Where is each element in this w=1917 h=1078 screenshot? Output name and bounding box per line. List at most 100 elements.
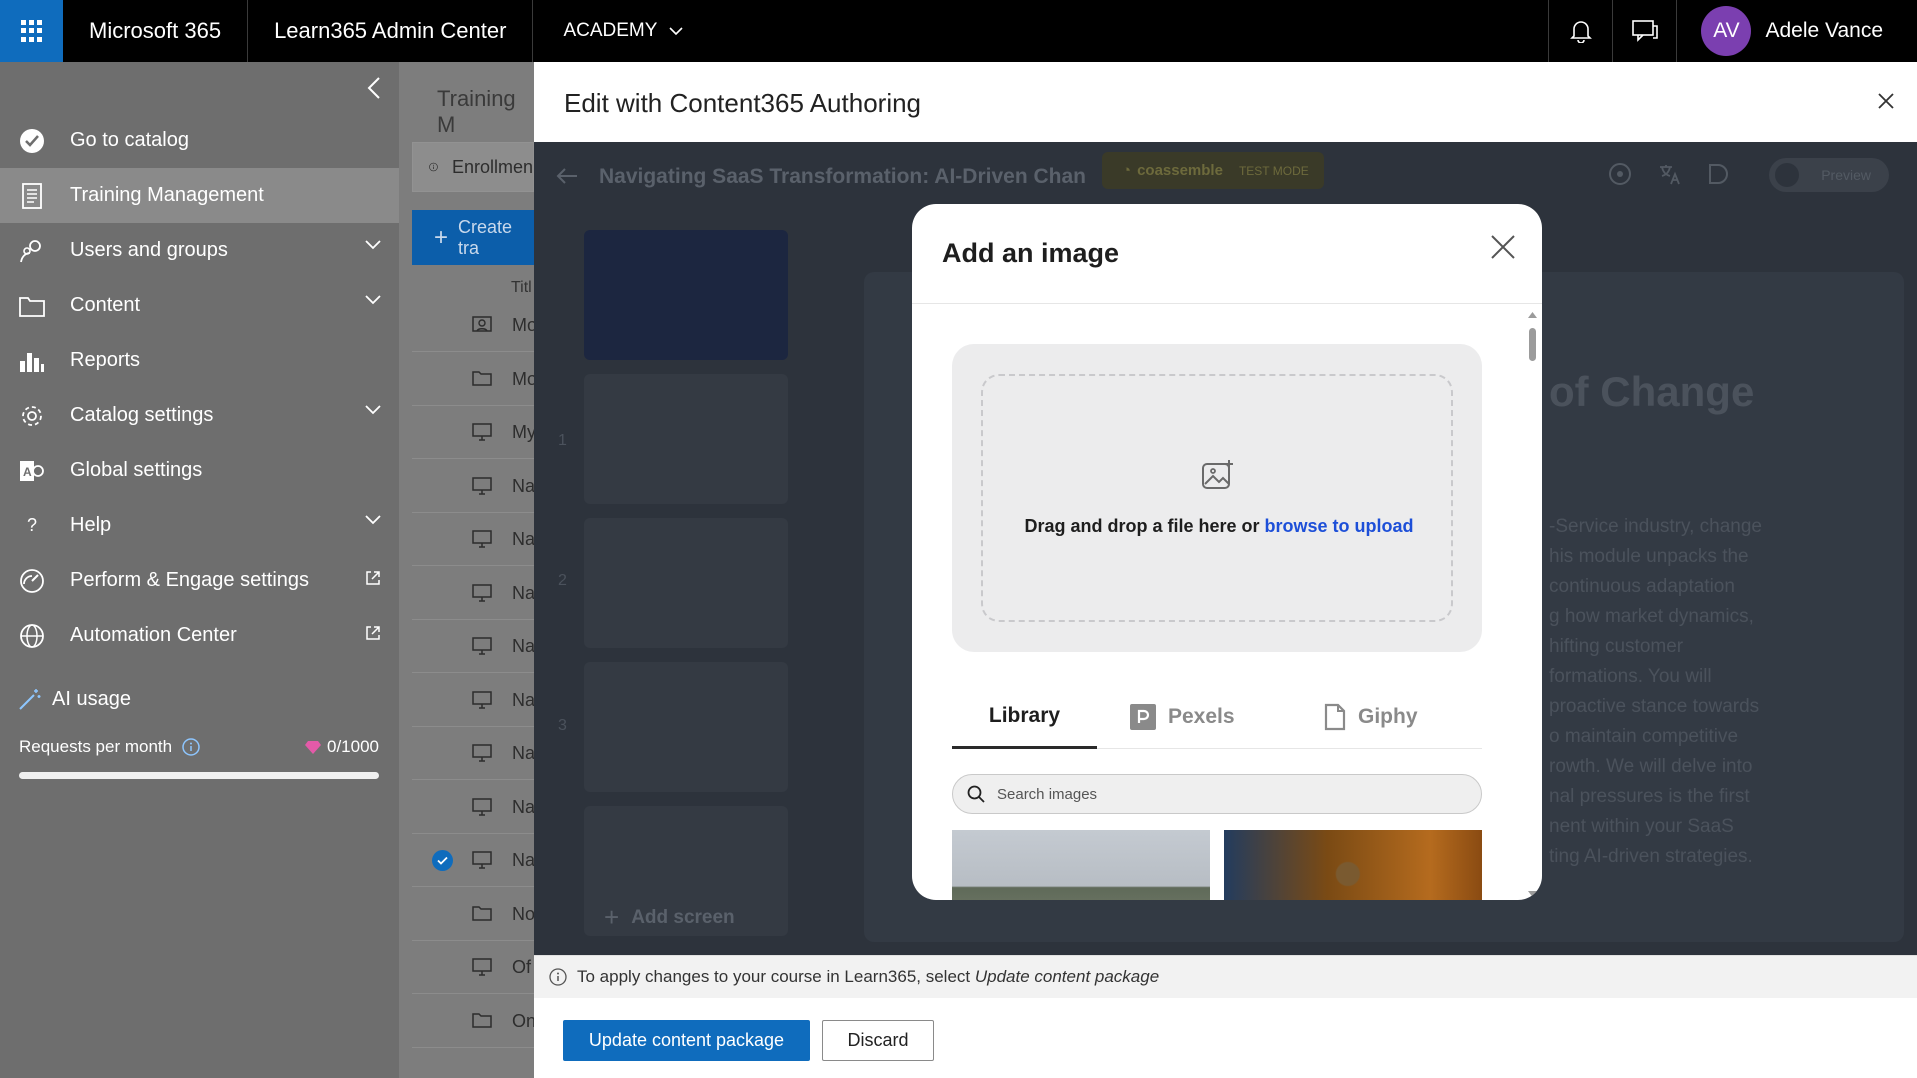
translate-icon[interactable] xyxy=(1658,162,1682,186)
brand-link[interactable]: Microsoft 365 xyxy=(63,0,249,62)
theme-icon[interactable] xyxy=(1706,162,1730,186)
table-row[interactable]: Na xyxy=(412,674,535,727)
slide-body-line: o maintain competitive xyxy=(1549,726,1739,747)
table-row[interactable]: Mo xyxy=(412,353,537,406)
divider xyxy=(912,303,1542,304)
table-row[interactable]: Mo xyxy=(412,299,537,352)
title-column-header[interactable]: Titl xyxy=(511,279,532,297)
question-icon: ? xyxy=(26,515,37,535)
table-row[interactable]: Na xyxy=(412,834,535,887)
giphy-icon xyxy=(1324,703,1346,731)
folder-icon xyxy=(472,1012,492,1033)
sidebar-item-label: Perform & Engage settings xyxy=(70,569,310,591)
tab-giphy[interactable]: Giphy xyxy=(1324,685,1418,749)
tab-label: Pexels xyxy=(1168,705,1235,728)
app-launcher-button[interactable] xyxy=(0,0,63,62)
dialog-scrollbar[interactable] xyxy=(1527,312,1537,897)
close-dialog-button[interactable] xyxy=(1490,234,1516,265)
table-row[interactable]: No xyxy=(412,888,535,941)
upload-dropzone[interactable]: Drag and drop a file here or browse to u… xyxy=(952,344,1482,652)
enrollment-banner[interactable]: Enrollmen xyxy=(412,142,534,192)
selected-check-icon[interactable] xyxy=(432,850,453,871)
table-row[interactable]: Na xyxy=(412,513,536,566)
create-training-button[interactable]: + Create tra xyxy=(412,210,534,265)
check-circle-icon xyxy=(16,125,48,157)
sidebar-item-label: Catalog settings xyxy=(70,404,214,426)
slide-thumbnail[interactable] xyxy=(584,662,788,792)
badge-brand: coassemble xyxy=(1137,162,1223,179)
chevron-down-icon xyxy=(669,26,683,35)
search-images-input[interactable]: Search images xyxy=(952,774,1482,814)
sidebar-item-training-management[interactable]: Training Management xyxy=(0,168,399,223)
global-settings-icon: A xyxy=(16,455,48,487)
monitor-icon xyxy=(472,637,492,660)
table-row[interactable]: Na xyxy=(412,781,535,834)
page-title: Training M xyxy=(437,86,516,137)
discard-button[interactable]: Discard xyxy=(822,1020,934,1061)
table-row[interactable]: Of xyxy=(412,941,534,994)
workspace-selector[interactable]: ACADEMY xyxy=(533,0,713,62)
notifications-button[interactable] xyxy=(1548,0,1612,62)
browse-to-upload-link[interactable]: browse to upload xyxy=(1265,516,1414,536)
close-panel-button[interactable] xyxy=(1877,92,1895,115)
update-content-package-button[interactable]: Update content package xyxy=(563,1020,810,1061)
palette-icon[interactable] xyxy=(1608,162,1632,186)
slide-thumbnail[interactable] xyxy=(584,518,788,648)
info-icon[interactable] xyxy=(182,738,200,756)
globe-icon xyxy=(16,620,48,652)
avatar: AV xyxy=(1701,6,1752,56)
ai-usage-heading: AI usage xyxy=(18,687,131,711)
slide-number: 3 xyxy=(558,717,567,734)
library-image-thumbnail[interactable] xyxy=(952,830,1210,900)
table-row[interactable]: Na xyxy=(412,727,535,780)
scroll-down-icon xyxy=(1528,891,1537,897)
sidebar-item-catalog-settings[interactable]: Catalog settings xyxy=(0,388,399,443)
top-bar: Microsoft 365 Learn365 Admin Center ACAD… xyxy=(0,0,1917,62)
search-icon xyxy=(967,785,985,803)
add-screen-button[interactable]: + Add screen xyxy=(604,902,735,933)
chevron-down-icon xyxy=(365,515,381,525)
preview-toggle[interactable]: Preview xyxy=(1769,158,1889,192)
tab-pexels[interactable]: Pexels xyxy=(1130,685,1235,749)
sidebar-item-help[interactable]: ? Help xyxy=(0,498,399,553)
table-row[interactable]: Na xyxy=(412,620,535,673)
slide-body-line: nal pressures is the first xyxy=(1549,786,1750,807)
sidebar-item-content[interactable]: Content xyxy=(0,278,399,333)
dropzone-instructions: Drag and drop a file here or xyxy=(1024,516,1265,536)
feedback-button[interactable] xyxy=(1612,0,1676,62)
tab-label: Library xyxy=(988,703,1061,727)
tab-library[interactable]: Library xyxy=(952,685,1097,749)
requests-label: Requests per month xyxy=(19,737,173,756)
chat-icon xyxy=(1632,20,1658,42)
row-title: Na xyxy=(512,529,536,549)
sidebar-item-automation-center[interactable]: Automation Center xyxy=(0,608,399,663)
monitor-icon xyxy=(472,423,492,446)
table-row[interactable]: Na xyxy=(412,567,535,620)
monitor-icon xyxy=(472,583,492,607)
user-menu[interactable]: AV Adele Vance xyxy=(1676,0,1917,62)
chevron-down-icon xyxy=(365,240,381,250)
slide-thumbnail[interactable] xyxy=(584,374,788,504)
table-row[interactable]: Na xyxy=(412,460,535,513)
sidebar-item-perform-engage-settings[interactable]: Perform & Engage settings xyxy=(0,553,399,608)
sidebar-item-reports[interactable]: Reports xyxy=(0,333,399,388)
sidebar-item-global-settings[interactable]: A Global settings xyxy=(0,443,399,498)
app-title[interactable]: Learn365 Admin Center xyxy=(248,0,534,62)
monitor-icon xyxy=(472,530,492,553)
slide-body-line: formations. You will xyxy=(1549,666,1712,687)
add-image-icon xyxy=(1202,460,1233,489)
sidebar-item-go-to-catalog[interactable]: Go to catalog xyxy=(0,113,399,168)
slide-number: 2 xyxy=(558,572,567,589)
library-image-thumbnail[interactable] xyxy=(1224,830,1482,900)
sidebar-item-users-and-groups[interactable]: Users and groups xyxy=(0,223,399,278)
chevron-down-icon xyxy=(365,295,381,305)
bar-chart-icon xyxy=(16,345,48,377)
close-icon xyxy=(1491,235,1515,259)
sidebar-item-label: Automation Center xyxy=(70,624,237,646)
back-arrow-icon[interactable] xyxy=(556,167,578,185)
slide-thumbnail[interactable] xyxy=(584,230,788,360)
collapse-sidebar-button[interactable] xyxy=(367,76,381,105)
table-row[interactable]: My xyxy=(412,406,536,459)
table-row[interactable]: On xyxy=(412,995,536,1048)
scrollbar-thumb[interactable] xyxy=(1529,328,1536,361)
